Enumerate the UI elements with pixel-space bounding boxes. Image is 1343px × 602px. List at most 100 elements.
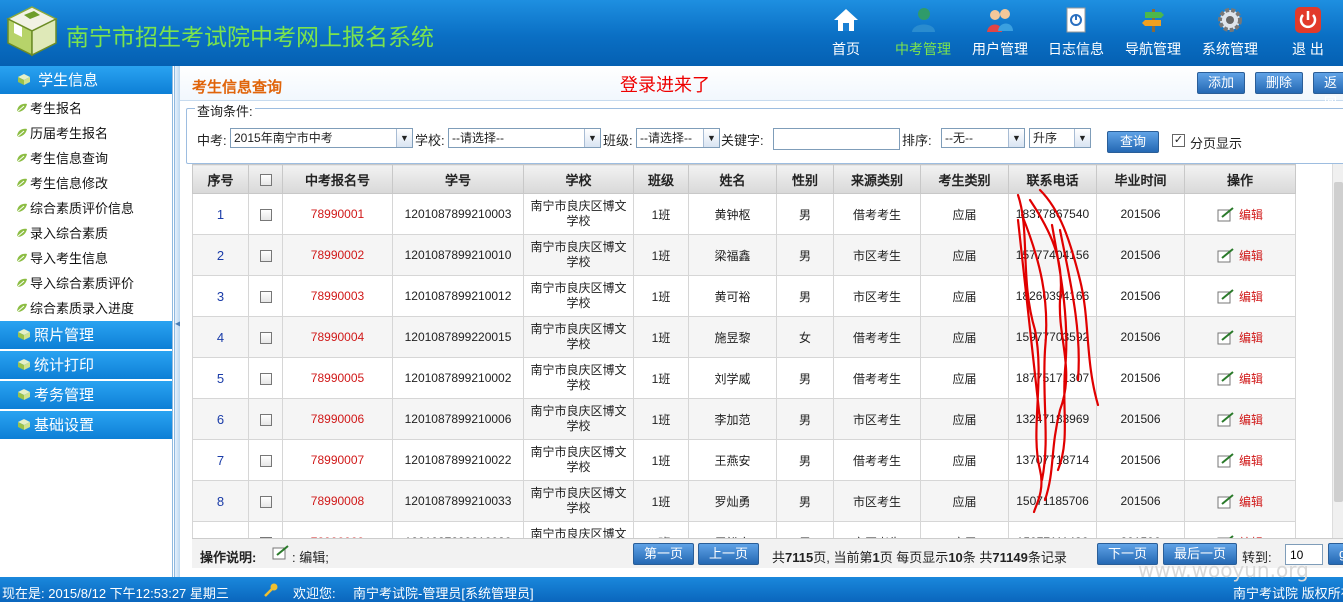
edit-link[interactable]: 编辑 xyxy=(1239,495,1263,509)
select-all-checkbox[interactable] xyxy=(259,174,272,187)
row-select-checkbox[interactable] xyxy=(259,454,272,467)
sidebar-item-past-register[interactable]: 历届考生报名 xyxy=(0,121,172,146)
sidebar-item-progress[interactable]: 综合素质录入进度 xyxy=(0,296,172,321)
nav-log-info[interactable]: 日志信息 xyxy=(1041,6,1111,62)
sidebar-group-label: 照片管理 xyxy=(34,327,95,344)
scrollbar-thumb[interactable] xyxy=(1334,182,1343,502)
row-seq: 1 xyxy=(192,193,249,235)
row-name: 王燕安 xyxy=(688,439,777,481)
sidebar-item-modify[interactable]: 考生信息修改 xyxy=(0,171,172,196)
class-select[interactable]: --请选择-- ▼ xyxy=(636,128,720,148)
nav-user-management[interactable]: 用户管理 xyxy=(965,6,1035,62)
edit-icon[interactable] xyxy=(1217,247,1235,263)
row-select-checkbox[interactable] xyxy=(259,413,272,426)
row-school: 南宁市良庆区博文学校 xyxy=(523,480,634,522)
nav-home[interactable]: 首页 xyxy=(811,6,881,62)
delete-button[interactable]: 删除 xyxy=(1255,72,1304,94)
row-grad: 201506 xyxy=(1096,316,1185,358)
sidebar-item-enter-quality[interactable]: 录入综合素质 xyxy=(0,221,172,246)
row-source: 市区考生 xyxy=(833,521,921,538)
nav-logout[interactable]: 退 出 xyxy=(1273,6,1343,62)
exam-select[interactable]: 2015年南宁市中考 ▼ xyxy=(230,128,413,148)
table-row[interactable]: 8 78990008 1201087899210033 南宁市良庆区博文学校 1班 罗灿勇… xyxy=(192,480,1296,522)
edit-icon[interactable] xyxy=(1217,411,1235,427)
table-row[interactable]: 2 78990002 1201087899210010 南宁市良庆区博文学校 1班 梁福鑫… xyxy=(192,234,1296,276)
edit-icon[interactable] xyxy=(1217,452,1235,468)
row-type: 应届 xyxy=(920,521,1009,538)
row-select-checkbox[interactable] xyxy=(259,495,272,508)
person-icon xyxy=(912,8,935,32)
sidebar-group-basic-settings[interactable]: 基础设置 xyxy=(0,411,172,441)
row-select-checkbox[interactable] xyxy=(259,290,272,303)
sort-select[interactable]: --无-- ▼ xyxy=(941,128,1025,148)
edit-icon[interactable] xyxy=(1217,493,1235,509)
school-select[interactable]: --请选择-- ▼ xyxy=(448,128,601,148)
row-stuno: 1201087899210022 xyxy=(392,439,524,481)
row-checkbox xyxy=(248,439,283,481)
edit-link[interactable]: 编辑 xyxy=(1239,413,1263,427)
student-table: 序号 中考报名号 学号 学校 班级 姓名 性别 来源类别 考生类别 联系电话 毕… xyxy=(192,164,1332,538)
prev-page-button[interactable]: 上一页 xyxy=(698,543,760,565)
gear-icon xyxy=(1218,8,1242,32)
sidebar-group-exam-affairs[interactable]: 考务管理 xyxy=(0,381,172,411)
add-button[interactable]: 添加 xyxy=(1197,72,1246,94)
back-button[interactable]: 返回 xyxy=(1313,72,1343,110)
folder-icon xyxy=(18,389,30,400)
order-select[interactable]: 升序 ▼ xyxy=(1029,128,1091,148)
search-button[interactable]: 查询 xyxy=(1107,131,1160,153)
row-select-checkbox[interactable] xyxy=(259,331,272,344)
first-page-button[interactable]: 第一页 xyxy=(633,543,695,565)
edit-icon[interactable] xyxy=(1217,206,1235,222)
row-class: 1班 xyxy=(633,193,689,235)
op-text: : 编辑; xyxy=(292,550,329,565)
table-row[interactable]: 9 789900091201087899210020南宁市良庆区博文学校1班周裕亨… xyxy=(192,521,1296,538)
table-row[interactable]: 6 78990006 1201087899210006 南宁市良庆区博文学校 1班 李加范… xyxy=(192,398,1296,440)
table-row[interactable]: 4 78990004 1201087899220015 南宁市良庆区博文学校 1班 施昱黎… xyxy=(192,316,1296,358)
row-select-checkbox[interactable] xyxy=(259,208,272,221)
edit-link[interactable]: 编辑 xyxy=(1239,454,1263,468)
table-row[interactable]: 3 78990003 1201087899210012 南宁市良庆区博文学校 1班 黄可裕… xyxy=(192,275,1296,317)
sidebar-item-register[interactable]: 考生报名 xyxy=(0,96,172,121)
edit-icon[interactable] xyxy=(1217,329,1235,345)
sidebar-item-query[interactable]: 考生信息查询 xyxy=(0,146,172,171)
nav-navigation-management[interactable]: 导航管理 xyxy=(1118,6,1188,62)
edit-link[interactable]: 编辑 xyxy=(1239,290,1263,304)
edit-icon[interactable] xyxy=(1217,288,1235,304)
table-row[interactable]: 1 78990001 1201087899210003 南宁市良庆区博文学校 1班 黄钟枢… xyxy=(192,193,1296,235)
row-select-checkbox[interactable] xyxy=(259,249,272,262)
school-value: --请选择-- xyxy=(452,131,504,145)
edit-icon[interactable] xyxy=(1217,370,1235,386)
nav-exam-management[interactable]: 中考管理 xyxy=(888,6,958,62)
go-button[interactable]: go xyxy=(1328,543,1343,565)
sidebar-group-statistics[interactable]: 统计打印 xyxy=(0,351,172,381)
sort-value: --无-- xyxy=(945,131,973,145)
nav-label: 日志信息 xyxy=(1048,41,1104,57)
row-name: 黄钟枢 xyxy=(688,193,777,235)
row-name: 梁福鑫 xyxy=(688,234,777,276)
paging-checkbox[interactable]: ✓ xyxy=(1172,134,1185,147)
row-select-checkbox[interactable] xyxy=(259,372,272,385)
sidebar-item-import-quality[interactable]: 导入综合素质评价 xyxy=(0,271,172,296)
sidebar-item-import-students[interactable]: 导入考生信息 xyxy=(0,246,172,271)
keyword-input[interactable] xyxy=(773,128,900,150)
sidebar-group-photo[interactable]: 照片管理 xyxy=(0,321,172,351)
row-name: 刘学威 xyxy=(688,357,777,399)
edit-link[interactable]: 编辑 xyxy=(1239,208,1263,222)
nav-system-management[interactable]: 系统管理 xyxy=(1195,6,1265,62)
class-label: 班级: xyxy=(603,133,633,148)
exam-label: 中考: xyxy=(197,133,227,148)
table-row[interactable]: 5 78990005 1201087899210002 南宁市良庆区博文学校 1班 刘学威… xyxy=(192,357,1296,399)
col-stuno: 学号 xyxy=(392,164,524,194)
edit-link[interactable]: 编辑 xyxy=(1239,331,1263,345)
row-grad: 201506 xyxy=(1096,521,1185,538)
table-row[interactable]: 7 78990007 1201087899210022 南宁市良庆区博文学校 1班 王燕安… xyxy=(192,439,1296,481)
row-class: 1班 xyxy=(633,439,689,481)
sidebar-item-quality-eval[interactable]: 综合素质评价信息 xyxy=(0,196,172,221)
vertical-scrollbar[interactable] xyxy=(1332,164,1343,538)
col-phone: 联系电话 xyxy=(1008,164,1097,194)
sidebar-group-student-info[interactable]: 学生信息 xyxy=(0,66,172,96)
key-icon xyxy=(264,583,278,597)
row-action: 编辑 xyxy=(1184,521,1296,538)
edit-link[interactable]: 编辑 xyxy=(1239,249,1263,263)
edit-link[interactable]: 编辑 xyxy=(1239,372,1263,386)
